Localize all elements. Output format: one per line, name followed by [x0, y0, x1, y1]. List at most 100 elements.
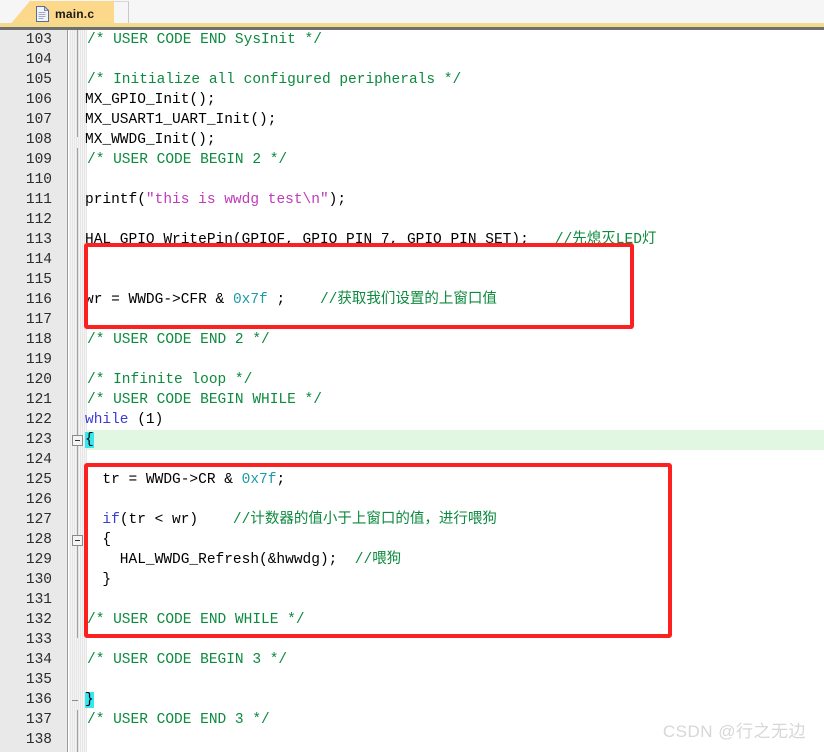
line-number: 138 — [25, 732, 52, 748]
line-content: { — [85, 430, 94, 450]
code-line[interactable]: 129 HAL_WWDG_Refresh(&hwwdg); //喂狗 — [0, 550, 824, 570]
code-line[interactable]: 111 printf("this is wwdg test\n"); — [0, 190, 824, 210]
line-number: 118 — [25, 332, 52, 348]
line-number: 128 — [25, 532, 52, 548]
keyword-token: while — [85, 412, 129, 428]
code-line[interactable]: 113 HAL_GPIO_WritePin(GPIOF, GPIO_PIN_7,… — [0, 230, 824, 250]
line-content: /* Initialize all configured peripherals… — [87, 70, 461, 90]
line-number: 120 — [25, 372, 52, 388]
string-token: "this is wwdg test\n" — [145, 192, 329, 208]
line-content: /* USER CODE END 2 */ — [87, 330, 270, 350]
comment-token: //先熄灭LED灯 — [528, 232, 657, 248]
line-content: } — [85, 690, 94, 710]
code-line[interactable]: 119 — [0, 350, 824, 370]
code-line[interactable]: 127 if(tr < wr) //计数器的值小于上窗口的值，进行喂狗 — [0, 510, 824, 530]
code-line[interactable]: 116 wr = WWDG->CFR & 0x7f ; //获取我们设置的上窗口… — [0, 290, 824, 310]
line-number: 108 — [25, 132, 52, 148]
line-number: 104 — [25, 52, 52, 68]
code-line[interactable]: 122 while (1) — [0, 410, 824, 430]
line-number: 113 — [25, 232, 52, 248]
line-content: /* Infinite loop */ — [87, 370, 252, 390]
code-line[interactable]: 121 /* USER CODE BEGIN WHILE */ — [0, 390, 824, 410]
code-line[interactable]: 104 — [0, 50, 824, 70]
comment-token: /* USER CODE END WHILE */ — [87, 612, 305, 628]
code-line[interactable]: 120 /* Infinite loop */ — [0, 370, 824, 390]
document-icon — [36, 6, 49, 22]
code-line[interactable]: 136 } — [0, 690, 824, 710]
code-line[interactable]: 125 tr = WWDG->CR & 0x7f; — [0, 470, 824, 490]
line-content: /* USER CODE END SysInit */ — [87, 30, 322, 50]
code-line[interactable]: 124 — [0, 450, 824, 470]
current-line-highlight — [87, 430, 824, 450]
watermark: CSDN @行之无边 — [662, 722, 806, 741]
line-number: 131 — [25, 592, 52, 608]
code-line[interactable]: 110 — [0, 170, 824, 190]
code-line[interactable]: 130 } — [0, 570, 824, 590]
code-line[interactable]: 133 — [0, 630, 824, 650]
code-line[interactable]: 109 /* USER CODE BEGIN 2 */ — [0, 150, 824, 170]
editor-tab-strip: main.c — [0, 0, 824, 30]
line-number: 105 — [25, 72, 52, 88]
line-number: 125 — [25, 472, 52, 488]
line-content: MX_WWDG_Init(); — [85, 132, 216, 148]
line-number: 119 — [25, 352, 52, 368]
code-line[interactable]: 132 /* USER CODE END WHILE */ — [0, 610, 824, 630]
code-token-call: HAL_WWDG_Refresh(&hwwdg); — [85, 552, 355, 568]
code-line[interactable]: 103 /* USER CODE END SysInit */ — [0, 30, 824, 50]
line-content: /* USER CODE BEGIN 2 */ — [87, 150, 287, 170]
code-line[interactable]: 105 /* Initialize all configured periphe… — [0, 70, 824, 90]
code-line[interactable]: 107 MX_USART1_UART_Init(); — [0, 110, 824, 130]
line-content: HAL_WWDG_Refresh(&hwwdg); //喂狗 — [85, 550, 401, 570]
code-line[interactable]: 126 — [0, 490, 824, 510]
code-line[interactable]: 114 — [0, 250, 824, 270]
code-line[interactable]: 118 /* USER CODE END 2 */ — [0, 330, 824, 350]
line-content: wr = WWDG->CFR & 0x7f ; //获取我们设置的上窗口值 — [85, 290, 497, 310]
code-line[interactable]: 128 { — [0, 530, 824, 550]
code-line[interactable]: 106 MX_GPIO_Init(); — [0, 90, 824, 110]
code-token-end: ; — [267, 292, 312, 308]
line-content: /* USER CODE END 3 */ — [87, 710, 270, 730]
line-content: MX_GPIO_Init(); — [85, 92, 216, 108]
code-line[interactable]: 112 — [0, 210, 824, 230]
line-number: 124 — [25, 452, 52, 468]
line-content: while (1) — [85, 410, 163, 430]
comment-token: /* USER CODE END SysInit */ — [87, 32, 322, 48]
code-line[interactable]: 134 /* USER CODE BEGIN 3 */ — [0, 650, 824, 670]
code-line-current[interactable]: 123 { — [0, 430, 824, 450]
line-number: 137 — [25, 712, 52, 728]
line-number: 115 — [25, 272, 52, 288]
code-token-call: HAL_GPIO_WritePin(GPIOF, GPIO_PIN_7, GPI… — [85, 232, 529, 248]
line-number: 114 — [25, 252, 52, 268]
tab-label: main.c — [55, 7, 95, 21]
code-line[interactable]: 115 — [0, 270, 824, 290]
comment-token: /* USER CODE END 3 */ — [87, 712, 270, 728]
code-token-end: (1) — [128, 412, 164, 428]
line-content: if(tr < wr) //计数器的值小于上窗口的值，进行喂狗 — [85, 510, 496, 530]
code-line[interactable]: 108 MX_WWDG_Init(); — [0, 130, 824, 150]
code-token-expr: wr = WWDG->CFR & — [85, 292, 233, 308]
line-number: 117 — [25, 312, 52, 328]
line-content: /* USER CODE END WHILE */ — [87, 610, 305, 630]
line-number: 112 — [25, 212, 52, 228]
code-token-expr: (tr < wr) — [119, 512, 225, 528]
line-number: 127 — [25, 512, 52, 528]
line-number: 111 — [25, 192, 52, 208]
line-number: 130 — [25, 572, 52, 588]
code-token-call: printf( — [85, 192, 146, 208]
line-number: 109 — [25, 152, 52, 168]
code-line[interactable]: 117 — [0, 310, 824, 330]
code-line[interactable]: 135 — [0, 670, 824, 690]
number-token: 0x7f — [232, 292, 268, 308]
comment-token: /* Infinite loop */ — [87, 372, 253, 388]
brace-match-token: { — [85, 432, 94, 448]
code-line[interactable]: 131 — [0, 590, 824, 610]
line-content: } — [85, 572, 112, 588]
comment-token: /* USER CODE BEGIN 2 */ — [87, 152, 288, 168]
code-token-end: ); — [328, 192, 347, 208]
brace-match-token: } — [85, 692, 94, 708]
line-number: 136 — [25, 692, 52, 708]
code-editor[interactable]: 103 /* USER CODE END SysInit */ 104 105 … — [0, 30, 824, 752]
line-number: 135 — [25, 672, 52, 688]
line-number: 126 — [25, 492, 52, 508]
